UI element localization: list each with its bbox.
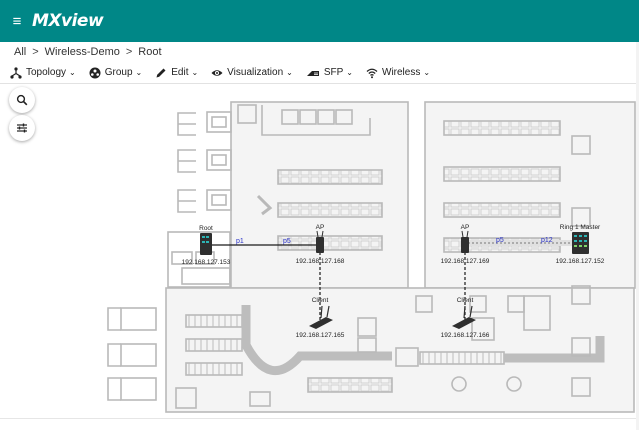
floor-plan — [107, 101, 636, 413]
wireless-menu-label: Wireless — [382, 67, 421, 78]
switch-port-led — [584, 235, 587, 237]
breadcrumb-item-root: Root — [138, 46, 162, 58]
group-menu[interactable]: Group ⌄ — [89, 67, 143, 79]
breadcrumb-item-all[interactable]: All — [14, 46, 26, 58]
switch-port-led — [579, 240, 582, 242]
switch-port-led — [584, 240, 587, 242]
edit-menu-label: Edit — [171, 67, 189, 78]
port-label: p5 — [283, 238, 291, 245]
topology-icon — [10, 66, 22, 79]
access-point-icon — [316, 237, 324, 253]
visualization-menu[interactable]: Visualization ⌄ — [211, 67, 293, 79]
switch-port-led — [574, 240, 577, 242]
search-icon — [16, 94, 28, 106]
chevron-down-icon: ⌄ — [346, 68, 353, 77]
device-ip: 192.168.127.168 — [296, 258, 345, 265]
device-ip: 192.168.127.153 — [182, 259, 231, 266]
device-name: Client — [312, 297, 329, 304]
breadcrumb-item-wireless-demo[interactable]: Wireless-Demo — [45, 46, 120, 58]
topology-canvas[interactable]: p1 p5 p5 p12 Root 192.168.127.153 AP 192… — [0, 85, 639, 430]
wifi-icon — [366, 68, 378, 78]
switch-port-led — [202, 236, 205, 238]
topology-map[interactable]: p1 p5 p5 p12 Root 192.168.127.153 AP 192… — [0, 85, 639, 430]
app-header: ≡ MXview — [0, 0, 639, 42]
hamburger-icon[interactable]: ≡ — [4, 14, 30, 29]
switch-port-led — [202, 241, 205, 243]
breadcrumb-separator: > — [125, 46, 133, 58]
switch-port-led — [206, 241, 209, 243]
device-ip: 192.168.127.169 — [441, 258, 490, 265]
device-name: AP — [316, 224, 325, 231]
tune-icon — [17, 123, 27, 133]
chevron-down-icon: ⌄ — [423, 68, 431, 77]
chevron-down-icon: ⌄ — [286, 68, 293, 77]
search-button[interactable] — [9, 87, 35, 113]
eye-icon — [211, 69, 223, 76]
device-name: Ring 1 Master — [560, 224, 601, 231]
breadcrumb-separator: > — [32, 46, 39, 58]
switch-port-led — [574, 235, 577, 237]
switch-port-led — [574, 245, 577, 247]
chevron-down-icon: ⌄ — [135, 68, 143, 77]
device-name: Root — [199, 225, 213, 232]
wireless-menu[interactable]: Wireless ⌄ — [366, 67, 430, 79]
breadcrumb: All > Wireless-Demo > Root — [0, 42, 639, 62]
group-menu-label: Group — [104, 67, 133, 78]
access-point-icon — [461, 237, 469, 253]
edit-menu[interactable]: Edit ⌄ — [155, 67, 198, 79]
switch-port-led — [579, 235, 582, 237]
sfp-menu-label: SFP — [323, 67, 344, 78]
group-icon — [89, 67, 101, 78]
device-name: Client — [457, 297, 474, 304]
port-label: p1 — [236, 238, 244, 245]
canvas-bottom-divider — [0, 418, 639, 419]
switch-port-led — [206, 236, 209, 238]
topology-menu-label: Topology — [26, 67, 67, 78]
switch-port-led — [584, 245, 587, 247]
sfp-icon — [306, 70, 319, 76]
port-label: p12 — [541, 237, 553, 244]
topology-menu[interactable]: Topology ⌄ — [10, 66, 76, 79]
visualization-menu-label: Visualization — [227, 67, 284, 78]
chevron-down-icon: ⌄ — [191, 68, 199, 77]
pencil-icon — [156, 68, 166, 77]
toolbar: Topology ⌄ Group ⌄ Edit ⌄ Visualization … — [0, 62, 639, 84]
mxview-app: ≡ MXview All > Wireless-Demo > Root Topo… — [0, 0, 639, 430]
device-ip: 192.168.127.166 — [441, 332, 490, 339]
device-ip: 192.168.127.152 — [556, 258, 605, 265]
device-ip: 192.168.127.165 — [296, 332, 345, 339]
chevron-down-icon: ⌄ — [69, 68, 76, 77]
switch-port-led — [579, 245, 582, 247]
app-logo: MXview — [32, 11, 104, 31]
device-name: AP — [461, 224, 470, 231]
sfp-menu[interactable]: SFP ⌄ — [306, 67, 353, 79]
filter-button[interactable] — [9, 115, 35, 141]
port-label: p5 — [496, 237, 504, 244]
